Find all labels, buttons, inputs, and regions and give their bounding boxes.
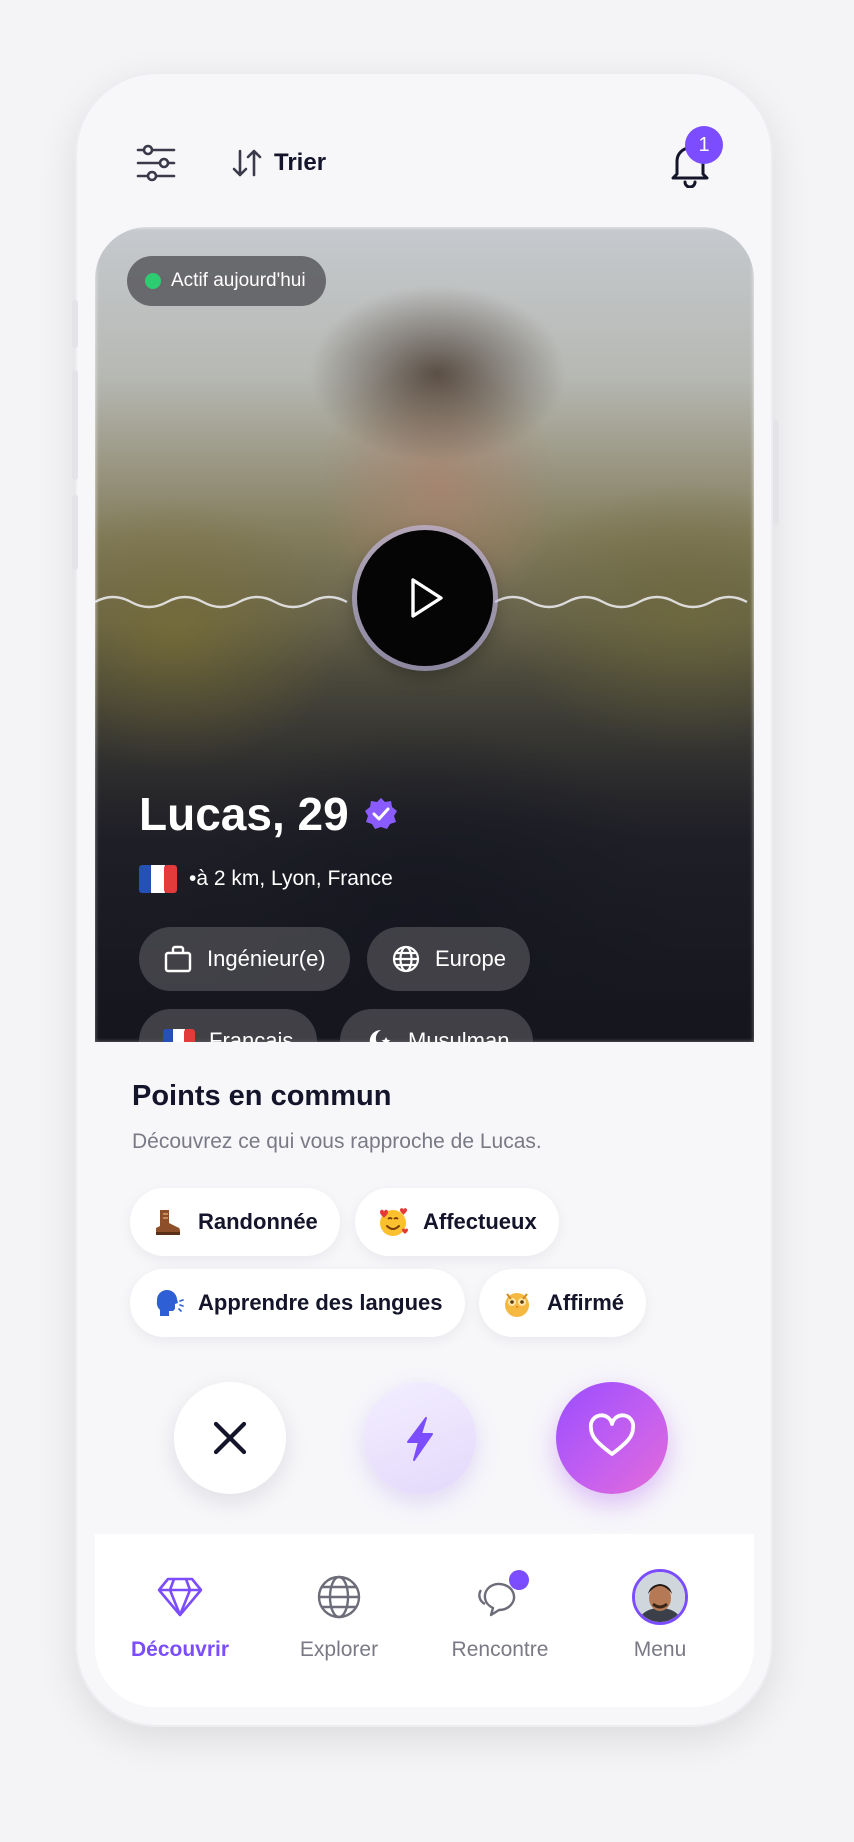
common-points-subtitle: Découvrez ce qui vous rapproche de Lucas… (132, 1130, 542, 1153)
smiling-face-hearts-icon (380, 1208, 408, 1236)
sort-arrows-icon (232, 149, 262, 177)
phone-frame: Trier 1 Actif aujourd'hui Lucas, 29 •à 2… (75, 72, 773, 1727)
verified-badge-icon (364, 798, 397, 829)
play-voice-button[interactable] (357, 530, 493, 666)
phone-side-button (773, 420, 779, 525)
sliders-icon (136, 144, 176, 182)
chip-job: Ingénieur(e) (139, 927, 350, 991)
chip-religion: Musulman (340, 1009, 534, 1042)
profile-card[interactable]: Actif aujourd'hui Lucas, 29 •à 2 km, Lyo… (95, 227, 754, 1042)
bottom-navigation: Découvrir Explorer Rencontre Menu (95, 1534, 754, 1707)
speaking-head-icon (156, 1289, 184, 1316)
nav-label: Explorer (299, 1638, 379, 1661)
sort-label: Trier (274, 149, 327, 176)
profile-name-row: Lucas, 29 (139, 787, 399, 841)
nav-label: Découvrir (130, 1638, 230, 1661)
status-text: Actif aujourd'hui (171, 270, 306, 291)
profile-name: Lucas, 29 (139, 788, 349, 840)
interest-chip: Affectueux (355, 1188, 559, 1256)
owl-icon (505, 1293, 529, 1317)
nav-meet[interactable]: Rencontre (430, 1568, 570, 1662)
location-row: •à 2 km, Lyon, France (139, 865, 393, 893)
filter-button[interactable] (135, 142, 177, 184)
nav-menu[interactable]: Menu (590, 1568, 730, 1662)
location-text: •à 2 km, Lyon, France (189, 867, 393, 890)
chip-language: Français (139, 1009, 318, 1042)
globe-icon (317, 1575, 361, 1619)
phone-side-button (72, 370, 78, 480)
interest-chip: Randonnée (130, 1188, 340, 1256)
pass-button[interactable] (174, 1382, 286, 1494)
close-icon (213, 1421, 247, 1455)
french-flag-icon (163, 1029, 195, 1042)
notification-badge: 1 (685, 126, 723, 164)
bolt-icon (407, 1417, 433, 1461)
like-button[interactable] (556, 1382, 668, 1494)
briefcase-icon (164, 945, 192, 973)
online-dot (145, 273, 161, 289)
hiking-boot-icon (156, 1210, 181, 1235)
interest-chip: Apprendre des langues (130, 1269, 465, 1337)
heart-icon (588, 1413, 636, 1456)
boost-button[interactable] (364, 1382, 476, 1494)
french-flag-icon (139, 865, 177, 893)
chip-region: Europe (367, 927, 530, 991)
play-icon (411, 578, 443, 618)
interest-chip: Affirmé (479, 1269, 647, 1337)
crescent-star-icon (369, 1029, 391, 1042)
avatar (632, 1569, 688, 1625)
nav-label: Rencontre (451, 1638, 549, 1661)
phone-side-button (72, 300, 78, 348)
status-badge: Actif aujourd'hui (127, 256, 326, 306)
phone-side-button (72, 495, 78, 570)
notification-dot (509, 1570, 529, 1590)
common-points-title: Points en commun (132, 1080, 392, 1112)
globe-icon (392, 945, 420, 973)
sort-button[interactable]: Trier (230, 142, 326, 184)
nav-explore[interactable]: Explorer (269, 1568, 409, 1662)
nav-label: Menu (633, 1638, 687, 1661)
diamond-icon (157, 1577, 203, 1617)
top-bar: Trier 1 (75, 72, 773, 227)
nav-discover[interactable]: Découvrir (110, 1568, 250, 1662)
